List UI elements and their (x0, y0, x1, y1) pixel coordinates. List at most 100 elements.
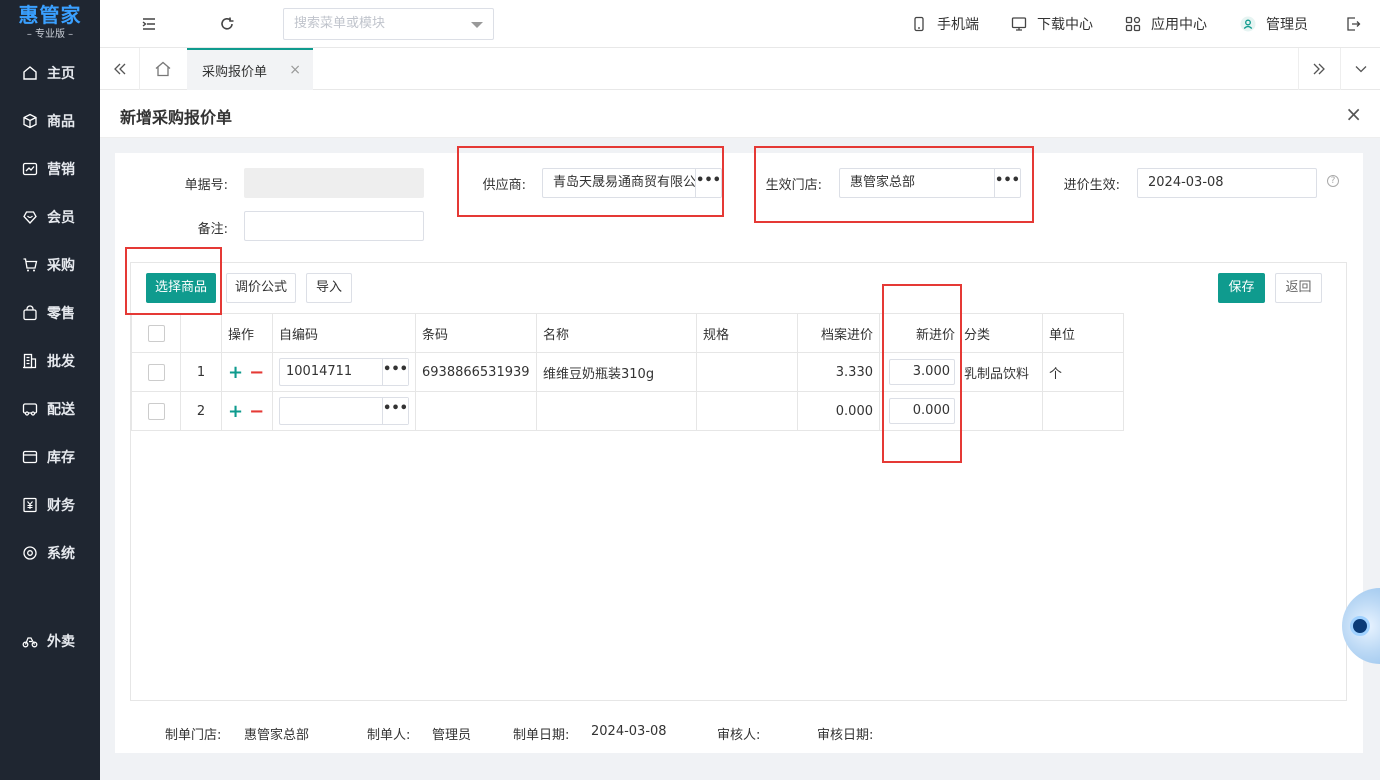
apps-label: 应用中心 (1151, 17, 1207, 33)
row-barcode (415, 391, 537, 431)
sidebar-item-label: 采购 (47, 258, 75, 274)
back-button[interactable]: 返回 (1275, 273, 1322, 303)
tab-purchase-quote[interactable]: 采购报价单 × (187, 48, 313, 90)
chevron-down-icon (471, 22, 483, 28)
footer-store-value: 惠管家总部 (244, 728, 310, 743)
tab-close-icon[interactable]: × (289, 62, 301, 78)
col-spec: 规格 (696, 313, 798, 353)
tab-bar: 采购报价单 × (100, 48, 1380, 90)
select-all-cell[interactable] (131, 313, 181, 353)
select-all-checkbox[interactable] (147, 324, 165, 342)
add-row-icon[interactable]: + (228, 362, 243, 383)
sidebar-item-member[interactable]: 会员 (0, 197, 100, 237)
row-unit (1042, 391, 1124, 431)
sidebar-item-marketing[interactable]: 营销 (0, 149, 100, 189)
download-center-link[interactable]: 下载中心 (1011, 14, 1093, 34)
store-picker-button[interactable]: ••• (994, 169, 1020, 197)
row-checkbox[interactable] (147, 363, 165, 381)
doc-no-label: 单据号: (184, 178, 228, 193)
sidebar-item-label: 会员 (47, 210, 75, 226)
remark-field[interactable] (244, 211, 424, 241)
price-formula-button[interactable]: 调价公式 (226, 273, 296, 303)
sidebar-item-label: 财务 (47, 498, 75, 514)
help-icon[interactable]: ? (1327, 175, 1339, 187)
menu-search-select[interactable]: 搜索菜单或模块 (283, 8, 494, 40)
refresh-icon[interactable] (217, 14, 237, 34)
table-row: 2 + − ••• 0.000 0.000 (131, 391, 1124, 431)
col-category: 分类 (961, 313, 1043, 353)
save-button[interactable]: 保存 (1218, 273, 1265, 303)
store-value: 惠管家总部 (850, 175, 916, 190)
import-button[interactable]: 导入 (306, 273, 352, 303)
sidebar-item-purchase[interactable]: 采购 (0, 245, 100, 285)
user-menu[interactable]: 管理员 (1240, 14, 1308, 34)
sidebar-item-takeaway[interactable]: 外卖 (0, 621, 100, 661)
sidebar-item-system[interactable]: 系统 (0, 533, 100, 573)
code-input[interactable]: ••• (279, 397, 409, 425)
assistant-eye-icon (1350, 616, 1370, 636)
bag-icon (23, 305, 37, 321)
row-barcode: 6938866531939 (415, 352, 537, 392)
sidebar-item-label: 系统 (47, 546, 75, 562)
double-chevron-right-icon (1313, 63, 1325, 75)
row-checkbox[interactable] (147, 402, 165, 420)
remove-row-icon[interactable]: − (249, 401, 264, 422)
tabs-scroll-left-button[interactable] (100, 48, 140, 90)
footer-date-value: 2024-03-08 (591, 724, 667, 739)
close-icon[interactable]: × (1345, 102, 1362, 126)
row-category: 乳制品饮料 (961, 352, 1043, 392)
new-price-input[interactable]: 0.000 (889, 398, 955, 424)
supplier-field[interactable]: 青岛天晟易通商贸有限公司 ••• (542, 168, 722, 198)
col-op: 操作 (221, 313, 273, 353)
add-row-icon[interactable]: + (228, 401, 243, 422)
code-picker-button[interactable]: ••• (382, 359, 408, 385)
code-input[interactable]: 10014711 ••• (279, 358, 409, 386)
sidebar-item-retail[interactable]: 零售 (0, 293, 100, 333)
doc-no-field (244, 168, 424, 198)
user-icon (1240, 16, 1256, 32)
sidebar-item-goods[interactable]: 商品 (0, 101, 100, 141)
sidebar-item-home[interactable]: 主页 (0, 53, 100, 93)
sidebar-item-finance[interactable]: 财务 (0, 485, 100, 525)
download-label: 下载中心 (1037, 17, 1093, 33)
tabs-menu-dropdown[interactable] (1340, 48, 1380, 90)
tab-home[interactable] (143, 48, 183, 90)
col-unit: 单位 (1042, 313, 1124, 353)
goods-table: 操作 自编码 条码 名称 规格 档案进价 新进价 分类 单位 1 + − 1001… (131, 313, 1124, 431)
building-icon (23, 353, 37, 369)
remove-row-icon[interactable]: − (249, 362, 264, 383)
sidebar-item-label: 零售 (47, 306, 75, 322)
row-index: 2 (180, 391, 222, 431)
settings-icon (23, 546, 37, 560)
row-op-cell: + − (221, 391, 273, 431)
app-center-link[interactable]: 应用中心 (1125, 14, 1207, 34)
effective-date-field[interactable]: 2024-03-08 (1137, 168, 1317, 198)
row-select-cell[interactable] (131, 352, 181, 392)
menu-collapse-icon[interactable] (139, 14, 159, 34)
new-price-input[interactable]: 3.000 (889, 359, 955, 385)
logo-sub: – 专业版 – (26, 29, 74, 40)
sidebar-item-wholesale[interactable]: 批发 (0, 341, 100, 381)
code-value: 10014711 (286, 364, 353, 379)
app-logo[interactable]: 惠管家 – 专业版 – (0, 0, 100, 48)
mobile-label: 手机端 (937, 17, 979, 33)
sidebar-item-label: 外卖 (47, 634, 75, 650)
logout-icon[interactable] (1343, 14, 1363, 34)
footer-date-label: 制单日期: (513, 728, 570, 743)
code-picker-button[interactable]: ••• (382, 398, 408, 424)
select-goods-button[interactable]: 选择商品 (146, 273, 216, 303)
finance-icon (23, 497, 37, 513)
supplier-picker-button[interactable]: ••• (695, 169, 721, 197)
mobile-link[interactable]: 手机端 (911, 14, 979, 34)
logo-main: 惠管家 (18, 3, 82, 27)
top-bar: 搜索菜单或模块 手机端 下载中心 应用中心 管理员 (100, 0, 1380, 48)
sidebar-item-label: 配送 (47, 402, 75, 418)
sidebar-item-delivery[interactable]: 配送 (0, 389, 100, 429)
sidebar-item-inventory[interactable]: 库存 (0, 437, 100, 477)
box-icon (23, 113, 37, 129)
row-select-cell[interactable] (131, 391, 181, 431)
sidebar-item-label: 营销 (47, 162, 75, 178)
footer-maker-value: 管理员 (432, 728, 472, 743)
tabs-scroll-right-button[interactable] (1298, 48, 1338, 90)
store-field[interactable]: 惠管家总部 ••• (839, 168, 1021, 198)
